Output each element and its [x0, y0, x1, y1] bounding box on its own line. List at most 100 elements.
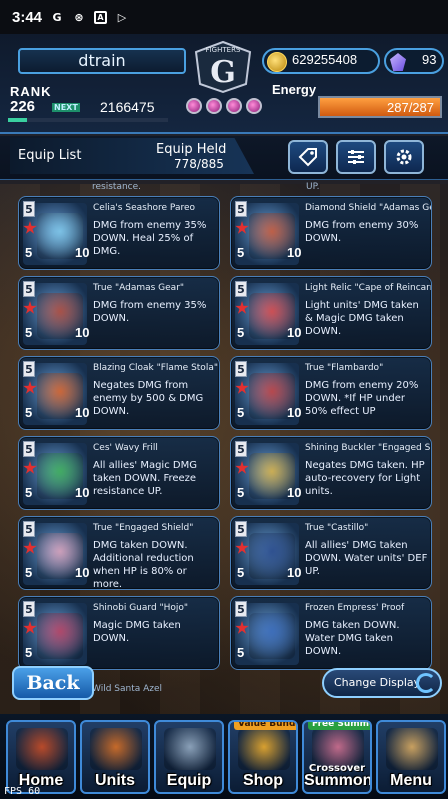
player-name[interactable]: dtrain [18, 48, 186, 74]
gem-icon [390, 53, 406, 71]
equipment-level: 10 [287, 325, 302, 340]
equipment-description: All allies' DMG taken DOWN. Water units'… [305, 540, 428, 577]
equipment-description: DMG taken DOWN. Water DMG taken DOWN. [305, 620, 400, 657]
settings-button[interactable] [384, 140, 424, 174]
equipment-card[interactable]: 5 5 10 True "Flambardo" DMG from enemy 20% D… [230, 356, 432, 430]
nav-menu-button[interactable]: Menu [376, 720, 446, 794]
equipment-level: 10 [75, 245, 90, 260]
equipment-level: 10 [75, 485, 90, 500]
limit-break-level: 5 [25, 245, 33, 260]
nav-summon-button[interactable]: Free SummonCrossoverSummon [302, 720, 372, 794]
nav-label: Units [95, 772, 135, 789]
equipment-description: Light units' DMG taken & Magic DMG taken… [305, 300, 419, 337]
energy-value: 287/287 [387, 100, 434, 115]
tag-filter-button[interactable] [288, 140, 328, 174]
equipment-name: Light Relic "Cape of Reincarnation" [305, 283, 431, 293]
rarity-badge: 5 [235, 441, 247, 457]
tag-icon [298, 148, 317, 167]
energy-label: Energy [272, 82, 317, 97]
equipment-card[interactable]: 5 5 10 Light Relic "Cape of Reincarnation" L… [230, 276, 432, 350]
partial-card-text: UP. [306, 182, 320, 192]
status-bar: 3:44 G ⊛ A ▷ [0, 0, 448, 34]
limit-break-level: 5 [25, 325, 33, 340]
nav-label: Shop [243, 772, 283, 789]
equipment-card[interactable]: 5 5 10 Blazing Cloak "Flame Stola" Negates D… [18, 356, 220, 430]
equip-icon [164, 728, 216, 770]
orb-icon [246, 98, 262, 114]
equipment-description: Magic DMG taken DOWN. [93, 620, 181, 644]
units-icon [90, 728, 142, 770]
equipment-name: Shinobi Guard "Hojo" [93, 603, 189, 613]
gil-coin-icon [267, 52, 287, 72]
sort-button[interactable] [336, 140, 376, 174]
equipment-description: DMG from enemy 30% DOWN. [305, 220, 419, 244]
orb-icon [186, 98, 202, 114]
next-label: NEXT [52, 103, 80, 112]
equipment-card[interactable]: 5 5 10 True "Adamas Gear" DMG from enemy 35%… [18, 276, 220, 350]
equipment-level: 10 [75, 405, 90, 420]
equipment-card[interactable]: 5 5 10 Celia's Seashore Pareo DMG from enemy… [18, 196, 220, 270]
equipment-name: True "Adamas Gear" [93, 283, 185, 293]
equipment-card[interactable]: 5 5 Frozen Empress' Proof DMG taken DOWN. W… [230, 596, 432, 670]
limit-break-level: 5 [25, 405, 33, 420]
game-screen: dtrain FIGHTERS G 629255408 93 RANK 226 … [0, 34, 448, 799]
menu-icon [386, 728, 438, 770]
nav-label: Menu [390, 772, 432, 789]
rarity-badge: 5 [235, 521, 247, 537]
orb-slots [180, 92, 270, 122]
gem-value: 93 [422, 52, 437, 67]
player-header: dtrain FIGHTERS G 629255408 93 RANK 226 … [0, 34, 448, 134]
equipment-name: Diamond Shield "Adamas Gear" [305, 203, 431, 213]
home-icon [16, 728, 68, 770]
limit-break-level: 5 [237, 325, 245, 340]
photos-icon: ⊛ [74, 10, 84, 24]
equipment-level: 10 [287, 245, 302, 260]
equipment-name: True "Flambardo" [305, 363, 384, 373]
change-display-button[interactable]: Change Display [322, 668, 442, 698]
equipment-name: Shining Buckler "Engaged Shield" [305, 443, 431, 453]
change-display-label: Change Display [334, 676, 421, 689]
nav-home-button[interactable]: Home [6, 720, 76, 794]
equipment-card[interactable]: 5 5 Shinobi Guard "Hojo" Magic DMG taken DO… [18, 596, 220, 670]
rank-label: RANK [10, 84, 52, 99]
promo-badge: Value Bundle [234, 722, 296, 730]
rarity-badge: 5 [23, 521, 35, 537]
limit-break-level: 5 [237, 565, 245, 580]
equipment-description: DMG taken DOWN. Additional reduction whe… [93, 540, 194, 590]
orb-icon [206, 98, 222, 114]
energy-bar: 287/287 [318, 96, 442, 118]
equipment-card[interactable]: 5 5 10 True "Engaged Shield" DMG taken DOWN.… [18, 516, 220, 590]
back-button[interactable]: Back [12, 666, 94, 700]
nav-shop-button[interactable]: Value Bundle Shop [228, 720, 298, 794]
partial-card-text: Wild Santa Azel [92, 684, 163, 694]
equipment-description: DMG from enemy 35% DOWN. [93, 300, 207, 324]
equipment-card[interactable]: 5 5 10 Shining Buckler "Engaged Shield" Nega… [230, 436, 432, 510]
equipment-description: DMG from enemy 20% DOWN. *If HP under 50… [305, 380, 419, 417]
equipment-level: 10 [75, 565, 90, 580]
shop-icon [238, 728, 290, 770]
equip-list-title: Equip List [18, 148, 82, 163]
next-exp-value: 2166475 [100, 99, 155, 115]
nav-units-button[interactable]: Units [80, 720, 150, 794]
equipment-level: 10 [287, 405, 302, 420]
clock: 3:44 [12, 8, 43, 26]
equip-list-toolbar: Equip List Equip Held 778/885 [0, 136, 448, 180]
equipment-card[interactable]: 5 5 10 True "Castillo" All allies' DMG taken… [230, 516, 432, 590]
orb-icon [226, 98, 242, 114]
equipment-card[interactable]: 5 5 10 Ces' Wavy Frill All allies' Magic DMG… [18, 436, 220, 510]
promo-badge: Free Summon [308, 722, 370, 730]
gem-counter[interactable]: 93 [384, 48, 444, 74]
rarity-badge: 5 [23, 281, 35, 297]
nav-equip-button[interactable]: Equip [154, 720, 224, 794]
equipment-art [249, 613, 295, 659]
rarity-badge: 5 [235, 201, 247, 217]
equipment-description: Negates DMG taken. HP auto-recovery for … [305, 460, 425, 497]
rarity-badge: 5 [235, 601, 247, 617]
equipment-description: Negates DMG from enemy by 500 & DMG DOWN… [93, 380, 204, 417]
equipment-name: Celia's Seashore Pareo [93, 203, 196, 213]
equip-held-value: 778/885 [174, 157, 224, 171]
refresh-icon [416, 673, 436, 693]
equipment-description: DMG from enemy 35% DOWN. Heal 25% of DMG… [93, 220, 207, 257]
fighters-g-logo: FIGHTERS G [194, 40, 252, 94]
equipment-card[interactable]: 5 5 10 Diamond Shield "Adamas Gear" DMG from… [230, 196, 432, 270]
